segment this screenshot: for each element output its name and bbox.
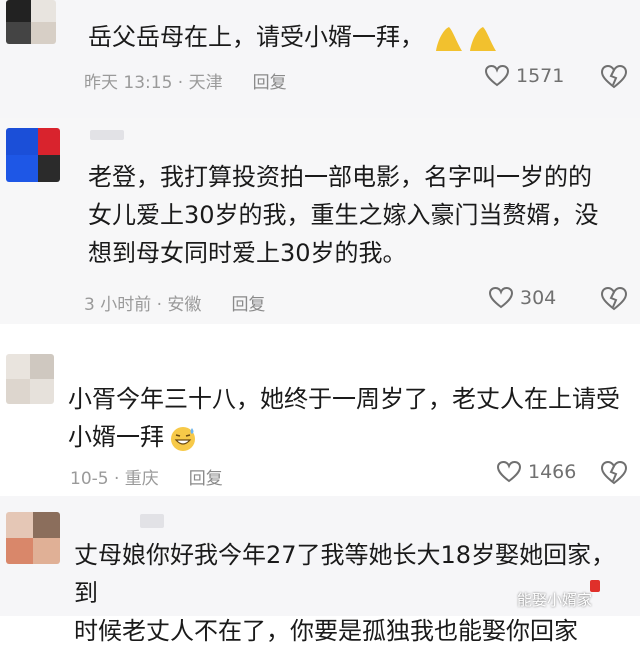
pray-hands-icon bbox=[432, 19, 502, 57]
comment-text: 老登，我打算投资拍一部电影，名字叫一岁的的 女儿爱上30岁的我，重生之嫁入豪门当… bbox=[88, 163, 599, 267]
comment-meta: 昨天 13:15 · 天津 回复 bbox=[84, 68, 287, 93]
like-button[interactable]: 1571 bbox=[484, 64, 564, 88]
like-count: 1466 bbox=[528, 461, 577, 483]
reply-button[interactable]: 回复 bbox=[253, 73, 287, 93]
comment-time: 昨天 13:15 · 天津 bbox=[84, 73, 223, 93]
reply-button[interactable]: 回复 bbox=[189, 469, 223, 489]
username bbox=[140, 514, 164, 528]
comment-time: 10-5 · 重庆 bbox=[70, 469, 159, 489]
comment-meta: 3 小时前 · 安徽 回复 bbox=[84, 290, 265, 315]
like-button[interactable]: 304 bbox=[488, 286, 556, 310]
avatar[interactable] bbox=[6, 354, 54, 404]
avatar[interactable] bbox=[6, 0, 56, 44]
heart-icon bbox=[496, 460, 522, 483]
watermark: 能娶小婿家 bbox=[516, 591, 592, 609]
comment-text: 小胥今年三十八，她终于一周岁了，老丈人在上请受 小婿一拜 bbox=[68, 385, 620, 451]
like-button[interactable]: 1466 bbox=[496, 460, 576, 484]
avatar[interactable] bbox=[6, 128, 60, 182]
comment-4: 丈母娘你好我今年27了我等她长大18岁娶她回家，到 时候老丈人不在了，你要是孤独… bbox=[0, 496, 640, 645]
heart-icon bbox=[484, 64, 510, 87]
comment-text: 岳父岳母在上，请受小婿一拜， bbox=[88, 18, 620, 57]
comment-1: 岳父岳母在上，请受小婿一拜， 昨天 13:15 · 天津 回复 1571 bbox=[0, 0, 640, 118]
comment-3: 小胥今年三十八，她终于一周岁了，老丈人在上请受 小婿一拜 10-5 · 重庆 回复… bbox=[0, 324, 640, 496]
like-count: 1571 bbox=[516, 65, 565, 87]
dislike-icon[interactable] bbox=[600, 460, 628, 486]
avatar[interactable] bbox=[6, 512, 60, 564]
reply-button[interactable]: 回复 bbox=[231, 295, 265, 315]
dislike-icon[interactable] bbox=[600, 286, 628, 312]
grin-sweat-emoji-icon bbox=[171, 427, 195, 451]
dislike-icon[interactable] bbox=[600, 64, 628, 90]
comment-meta: 10-5 · 重庆 回复 bbox=[70, 464, 223, 489]
comment-time: 3 小时前 · 安徽 bbox=[84, 295, 202, 315]
username bbox=[90, 130, 124, 140]
like-count: 304 bbox=[520, 287, 557, 309]
heart-icon bbox=[488, 286, 514, 309]
comment-2: 老登，我打算投资拍一部电影，名字叫一岁的的 女儿爱上30岁的我，重生之嫁入豪门当… bbox=[0, 118, 640, 324]
